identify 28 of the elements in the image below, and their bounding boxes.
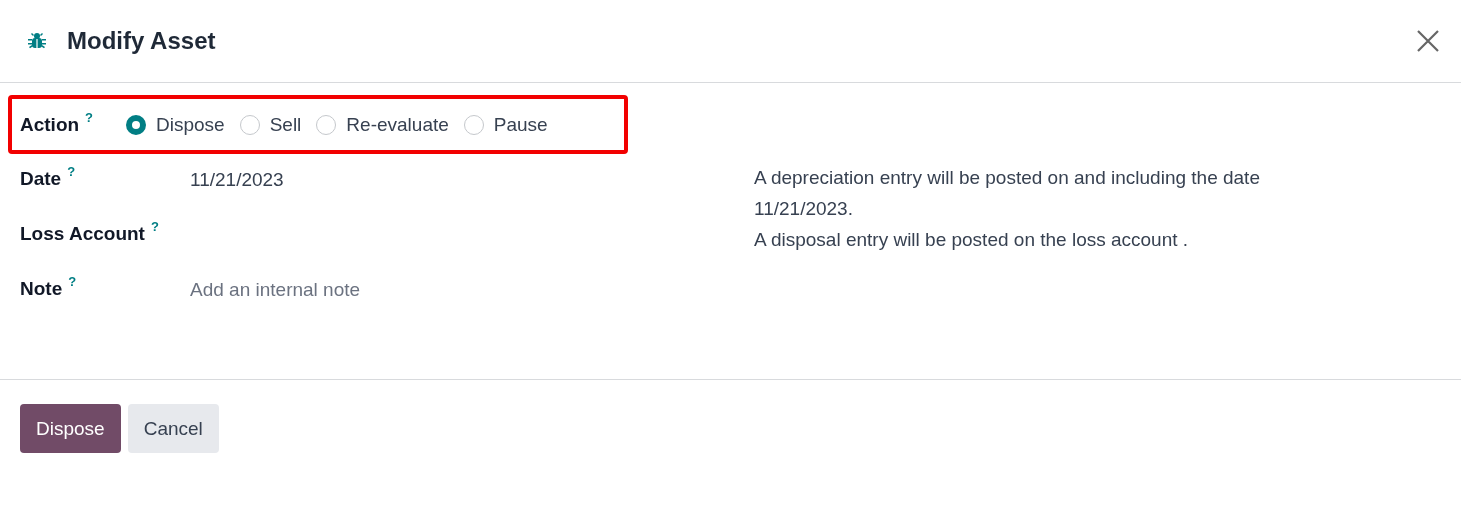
radio-option[interactable]: Dispose [126,113,225,136]
radio-label: Dispose [156,113,225,136]
help-tooltip[interactable]: ? [85,109,94,125]
close-button[interactable] [1415,28,1441,54]
dialog-title: Modify Asset [67,27,217,55]
field-label: Loss Account [20,223,145,245]
radio-button[interactable] [126,114,146,135]
cancel-button[interactable]: Cancel [127,404,219,453]
radio-button[interactable] [316,114,337,135]
summary-text: A depreciation entry will be posted on and including the date 11/21/2023. [754,166,1261,221]
radio-button[interactable] [463,114,484,135]
note-field[interactable]: Add an internal note [190,278,490,302]
field-label: Action [20,113,80,136]
radio-option[interactable]: Sell [239,113,302,136]
radio-label: Sell [269,113,302,136]
field-label: Note [20,278,63,300]
help-tooltip[interactable]: ? [150,219,159,234]
dispose-button[interactable]: Dispose [20,404,121,453]
help-tooltip[interactable]: ? [68,274,77,289]
field-label: Date [20,168,62,190]
radio-option[interactable]: Pause [463,113,548,136]
radio-button[interactable] [239,114,260,135]
help-tooltip[interactable]: ? [67,164,76,179]
radio-option[interactable]: Re-evaluate [316,113,449,136]
radio-label: Re-evaluate [346,113,449,136]
radio-label: Pause [493,113,548,136]
date-field[interactable]: 11/21/2023 [190,168,490,192]
summary-text: A disposal entry will be posted on the loss account . [754,228,1190,252]
